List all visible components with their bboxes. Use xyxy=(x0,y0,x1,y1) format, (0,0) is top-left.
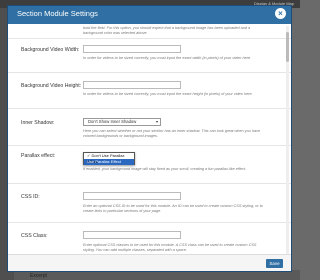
parallax-help: If enabled, your background image will s… xyxy=(83,167,247,171)
modal-title: Section Module Settings xyxy=(17,9,98,18)
inner-shadow-selected-value: Don't Show Inner Shadow xyxy=(88,119,137,124)
bg-video-height-input[interactable] xyxy=(83,81,181,89)
close-icon[interactable]: × xyxy=(275,8,286,19)
divider xyxy=(8,108,291,109)
bg-video-height-label: Background Video Height: xyxy=(21,83,82,89)
modal-header: Section Module Settings × xyxy=(8,6,291,24)
chevron-down-icon: ▾ xyxy=(155,119,158,124)
top-help-text: bold the field. For this option, you sho… xyxy=(83,26,251,35)
divider xyxy=(8,72,291,73)
css-class-input[interactable] xyxy=(83,231,181,239)
parallax-dropdown[interactable]: ✓ Don't Use Parallax Effect Use Parallax… xyxy=(83,152,135,165)
divider xyxy=(8,183,291,184)
css-class-label: CSS Class: xyxy=(21,233,48,239)
bg-video-height-help: In order for videos to be sized correctl… xyxy=(83,92,253,96)
save-button[interactable]: Save xyxy=(266,259,283,268)
modal-body: bold the field. For this option, you sho… xyxy=(8,24,291,256)
divider xyxy=(8,38,291,39)
inner-shadow-help: Here you can select whether or not your … xyxy=(83,129,261,138)
parallax-option-use[interactable]: Use Parallax Effect xyxy=(84,159,134,165)
css-id-help: Enter an optional CSS ID to be used for … xyxy=(83,204,263,213)
bg-video-width-label: Background Video Width: xyxy=(21,47,80,53)
divider xyxy=(8,222,291,223)
css-id-label: CSS ID: xyxy=(21,194,40,200)
bg-video-width-help: In order for videos to be sized correctl… xyxy=(83,56,252,60)
parallax-label: Parallax effect: xyxy=(21,153,56,159)
modal-footer: Save xyxy=(8,254,291,271)
scrollbar-thumb[interactable] xyxy=(286,32,289,62)
bg-video-width-input[interactable] xyxy=(83,45,181,53)
divider xyxy=(8,145,291,146)
css-id-input[interactable] xyxy=(83,192,181,200)
inner-shadow-label: Inner Shadow: xyxy=(21,120,55,126)
inner-shadow-select[interactable]: Don't Show Inner Shadow ▾ xyxy=(83,118,161,126)
css-class-help: Enter optional CSS classes to be used fo… xyxy=(83,243,257,252)
background-bottom-text: Excerpt xyxy=(30,273,47,279)
section-module-settings-modal: Section Module Settings × bold the field… xyxy=(7,5,292,272)
